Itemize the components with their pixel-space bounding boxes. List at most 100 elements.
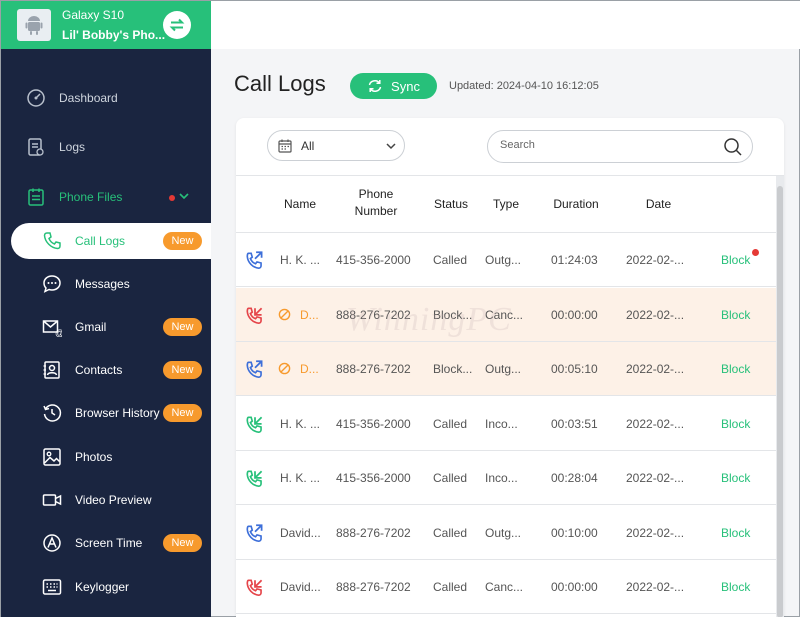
cell-phone: 415-356-2000 <box>336 416 411 431</box>
column-phone: Phone Number <box>336 187 416 218</box>
sidebar-label: Call Logs <box>75 234 126 248</box>
sidebar-label: Browser History <box>75 406 160 420</box>
table-row[interactable]: D... 888-276-7202 Block... Canc... 00:00:00 2… <box>236 287 776 342</box>
video-icon <box>42 494 62 506</box>
new-badge: New <box>163 232 202 250</box>
cell-duration: 00:03:51 <box>551 416 598 431</box>
sidebar-item-call-logs[interactable]: Call Logs New <box>1 222 211 260</box>
cell-type: Outg... <box>485 253 522 267</box>
sidebar-item-gmail[interactable]: @ Gmail New <box>1 308 211 346</box>
outgoing-call-icon <box>246 523 263 542</box>
top-bar <box>211 1 800 49</box>
cell-date: 2022-02-... <box>626 416 685 431</box>
chevron-down-icon <box>386 143 396 150</box>
sidebar-item-logs[interactable]: Logs <box>1 128 211 166</box>
column-date: Date <box>645 197 672 211</box>
sidebar-label: Video Preview <box>75 493 152 507</box>
sidebar-label: Messages <box>75 277 130 291</box>
blocked-icon <box>278 362 291 375</box>
column-status: Status <box>433 197 469 211</box>
cell-duration: 00:05:10 <box>551 362 598 376</box>
call-log-card: All Name Phone Number Status Type Durati… <box>236 118 784 617</box>
cell-name: D... <box>300 362 319 376</box>
sync-button[interactable]: Sync <box>350 73 437 99</box>
sidebar-item-phone-files[interactable]: Phone Files <box>1 178 211 216</box>
cell-date: 2022-02-... <box>626 580 685 594</box>
block-link[interactable]: Block <box>721 580 750 594</box>
scrollbar-thumb[interactable] <box>777 186 783 617</box>
block-link[interactable]: Block <box>721 471 750 485</box>
device-header[interactable]: Galaxy S10 Lil' Bobby's Pho... <box>1 1 211 49</box>
sidebar-item-screen-time[interactable]: Screen Time New <box>1 524 211 562</box>
table-row[interactable]: David... 888-276-7202 Called Outg... 00:10:0… <box>236 506 776 560</box>
block-link[interactable]: Block <box>721 417 750 431</box>
cell-type: Canc... <box>485 307 524 322</box>
cell-phone: 888-276-7202 <box>336 307 411 322</box>
block-link[interactable]: Block <box>721 526 750 540</box>
cell-status: Called <box>433 471 468 485</box>
table-row[interactable]: H. K. ... 415-356-2000 Called Outg... 01:24:… <box>236 233 776 287</box>
table-row[interactable]: D... 888-276-7202 Block... Outg... 00:05:10 2… <box>236 342 776 396</box>
search-icon[interactable] <box>723 137 743 157</box>
search-input[interactable] <box>500 139 700 151</box>
blocked-icon <box>278 308 291 320</box>
table-row[interactable]: David... 888-276-7202 Called Canc... 00:00:0… <box>236 560 776 614</box>
scrollbar[interactable] <box>776 176 784 617</box>
svg-text:@: @ <box>55 328 62 337</box>
cell-date: 2022-02-... <box>626 307 685 322</box>
cell-phone: 415-356-2000 <box>336 471 411 485</box>
search-box <box>487 130 753 163</box>
column-phone-line1: Phone <box>358 187 394 201</box>
cell-date: 2022-02-... <box>626 471 685 485</box>
block-link[interactable]: Block <box>721 362 750 376</box>
last-updated: Updated: 2024-04-10 16:12:05 <box>449 80 599 92</box>
cell-duration: 00:28:04 <box>551 471 598 485</box>
android-icon <box>17 9 51 41</box>
page-title: Call Logs <box>234 71 326 96</box>
cell-date: 2022-02-... <box>626 362 685 376</box>
cell-type: Inco... <box>485 416 518 431</box>
alert-dot <box>169 195 175 201</box>
sidebar-label: Phone Files <box>59 190 123 204</box>
sidebar-item-dashboard[interactable]: Dashboard <box>1 79 211 117</box>
cell-status: Block... <box>433 307 473 322</box>
switch-device-icon[interactable] <box>163 11 191 39</box>
new-badge: New <box>163 534 202 552</box>
sidebar-item-contacts[interactable]: Contacts New <box>1 351 211 389</box>
cell-status: Called <box>433 580 468 594</box>
chevron-down-icon <box>179 193 189 200</box>
cell-name: H. K. ... <box>280 416 321 431</box>
alert-dot <box>752 249 759 256</box>
sidebar-label: Screen Time <box>75 536 143 550</box>
sidebar: Galaxy S10 Lil' Bobby's Pho... Dashboard… <box>1 1 211 617</box>
sidebar-item-keylogger[interactable]: Keylogger <box>1 568 211 606</box>
cell-date: 2022-02-... <box>626 525 685 540</box>
phone-files-icon <box>28 188 44 206</box>
cell-duration: 00:10:00 <box>551 525 598 540</box>
refresh-icon <box>368 80 382 92</box>
cell-duration: 00:00:00 <box>551 580 598 594</box>
cell-type: Outg... <box>485 525 522 540</box>
incoming-call-icon <box>246 415 263 433</box>
sidebar-item-browser-history[interactable]: Browser History New <box>1 394 211 432</box>
sidebar-item-messages[interactable]: Messages <box>1 265 211 303</box>
cell-status: Called <box>433 525 468 540</box>
new-badge: New <box>163 318 202 336</box>
table-row[interactable]: H. K. ... 415-356-2000 Called Inco... 00:03:… <box>236 397 776 451</box>
block-link[interactable]: Block <box>721 308 750 322</box>
cell-phone: 888-276-7202 <box>336 362 411 376</box>
column-phone-line2: Number <box>354 204 398 218</box>
missed-call-icon <box>246 306 263 324</box>
filter-value: All <box>301 139 315 153</box>
cell-name: D... <box>300 307 319 322</box>
sidebar-item-video-preview[interactable]: Video Preview <box>1 481 211 519</box>
cell-name: David... <box>280 525 321 540</box>
table-row[interactable]: H. K. ... 415-356-2000 Called Inco... 00:28:… <box>236 451 776 505</box>
block-link[interactable]: Block <box>721 253 750 267</box>
sidebar-item-photos[interactable]: Photos <box>1 438 211 476</box>
column-name: Name <box>283 197 316 211</box>
cell-status: Called <box>433 416 468 431</box>
cell-duration: 00:00:00 <box>551 307 598 322</box>
filter-dropdown[interactable]: All <box>267 130 405 161</box>
sync-label: Sync <box>391 78 420 94</box>
